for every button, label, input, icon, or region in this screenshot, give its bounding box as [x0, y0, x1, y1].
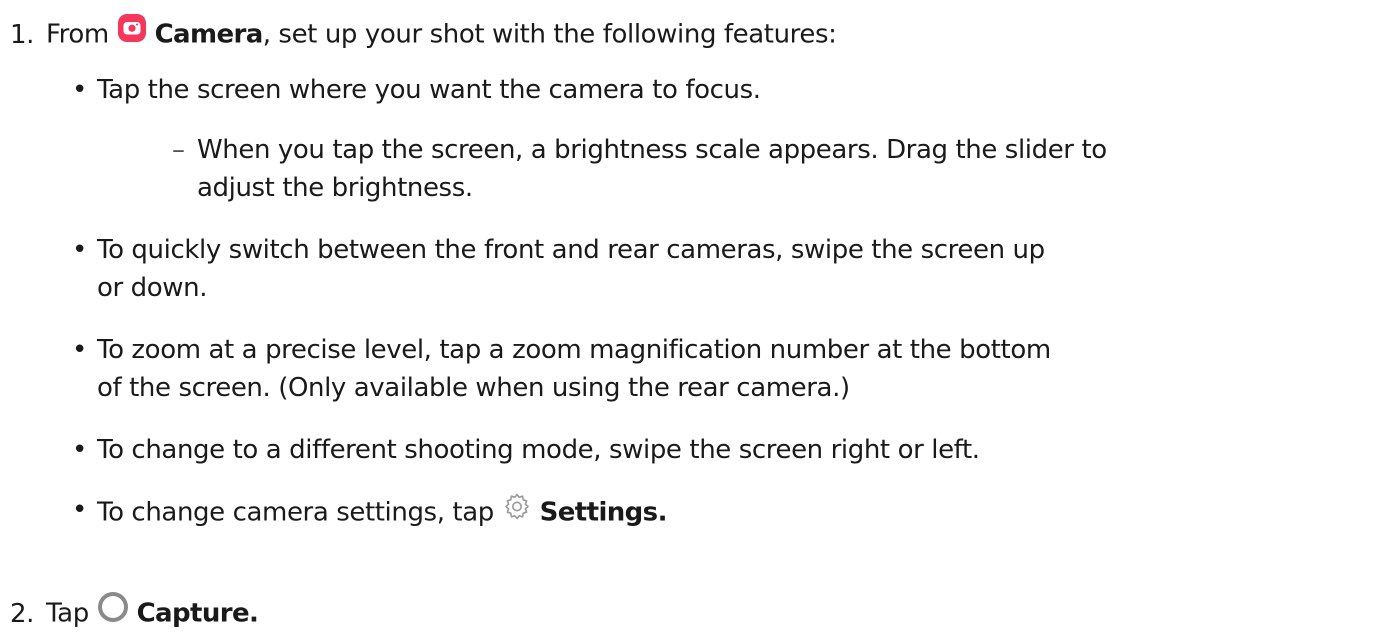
step-1: 1. From Camera, set up your shot with the…	[10, 13, 837, 54]
step-prefix: Tap	[46, 598, 89, 629]
bullet-text: To zoom at a precise level, tap a zoom m…	[97, 335, 1051, 365]
bullet-dot: •	[72, 75, 88, 105]
camera-app-name: Camera	[154, 19, 264, 50]
step-number: 1.	[10, 19, 35, 50]
capture-period: .	[249, 598, 259, 629]
bullet-text: To change to a different shooting mode, …	[97, 435, 980, 465]
sub-bullet-dash: –	[172, 135, 185, 165]
bullet-text-cont: or down.	[97, 273, 208, 303]
bullet-dot: •	[72, 235, 88, 265]
step-suffix: , set up your shot with the following fe…	[262, 19, 837, 50]
camera-app-icon	[117, 13, 147, 51]
step-prefix: From	[46, 19, 109, 50]
sub-bullet-text-cont: adjust the brightness.	[197, 173, 473, 203]
bullet-text: To quickly switch between the front and …	[97, 235, 1045, 265]
bullet-dot: •	[72, 435, 88, 465]
capture-button-icon	[97, 591, 129, 631]
settings-period: .	[657, 497, 668, 528]
step-2: 2. Tap Capture.	[10, 591, 259, 634]
bullet-text-cont: of the screen. (Only available when usin…	[97, 373, 850, 403]
bullet-settings: To change camera settings, tap Settings.	[97, 491, 668, 532]
bullet-dot: •	[72, 335, 88, 365]
bullet-text: Tap the screen where you want the camera…	[97, 75, 761, 105]
settings-label: Settings	[539, 497, 659, 528]
bullet-dot: •	[72, 495, 88, 525]
sub-bullet-text: When you tap the screen, a brightness sc…	[197, 135, 1107, 165]
gear-icon	[502, 491, 532, 529]
capture-label: Capture	[136, 598, 250, 629]
step-number: 2.	[10, 598, 35, 629]
bullet-text: To change camera settings, tap	[97, 497, 494, 528]
